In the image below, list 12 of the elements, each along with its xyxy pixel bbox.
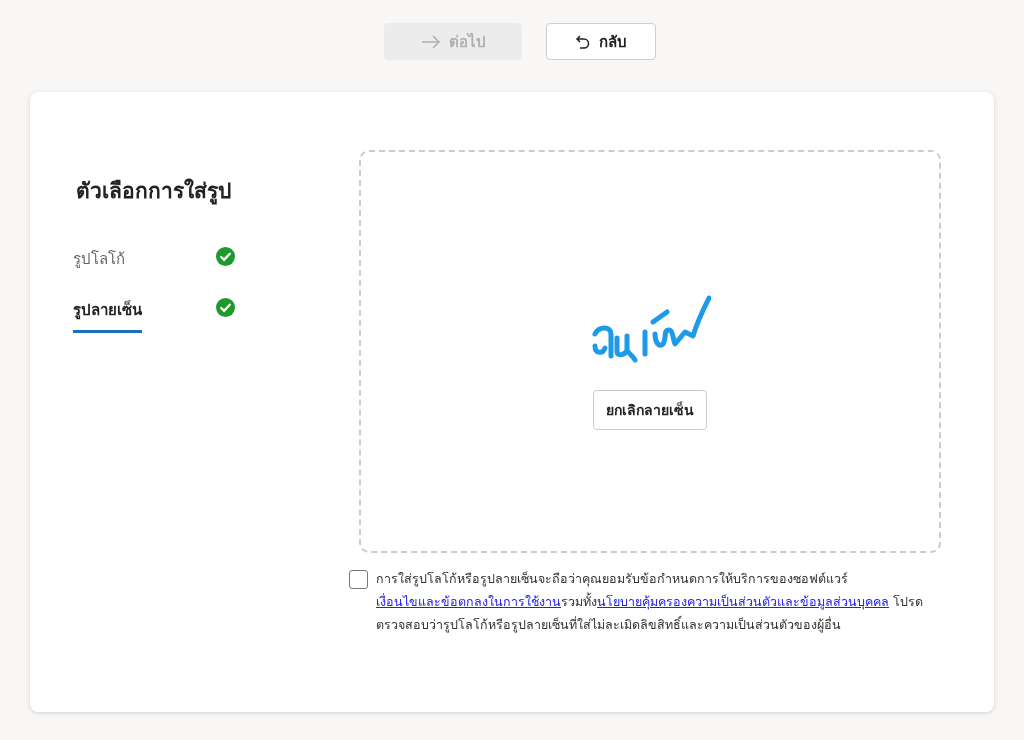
terms-link[interactable]: นโยบายคุ้มครองความเป็นส่วนตัวและข้อมูลส่วนบุคคล	[597, 594, 889, 609]
sidebar-tab[interactable]: รูปโลโก้	[73, 247, 125, 282]
sidebar-tab[interactable]: รูปลายเซ็น	[73, 298, 142, 333]
undo-icon	[575, 33, 591, 50]
consent-text: การใส่รูปโลโก้หรือรูปลายเซ็นจะถือว่าคุณยอมรับข้อกำหนดการให้บริการของซอฟต์แวร์ เงื่อนไขและข้อตกลงในการใช้งานรวมทั้งนโยบายคุ้มครองความเป็นส่วนตัวและข้อมูลส่วนบุคคล โปรดตรวจสอบว่ารูปโลโก้หรือรูปลายเซ็นที่ใส่ไม่ละเมิดลิขสิทธิ์และความเป็นส่วนตัวของผู้อื่น	[376, 570, 924, 635]
back-button[interactable]: กลับ	[546, 23, 656, 60]
signature-drop-zone[interactable]: ยกเลิกลายเซ็น	[359, 150, 941, 553]
consent-checkbox[interactable]	[349, 570, 368, 589]
cancel-signature-button[interactable]: ยกเลิกลายเซ็น	[593, 389, 707, 430]
arrow-right-icon	[420, 34, 441, 49]
options-title: ตัวเลือกการใส่รูป	[76, 177, 232, 207]
terms-link[interactable]: เงื่อนไขและข้อตกลงในการใช้งาน	[376, 594, 561, 609]
